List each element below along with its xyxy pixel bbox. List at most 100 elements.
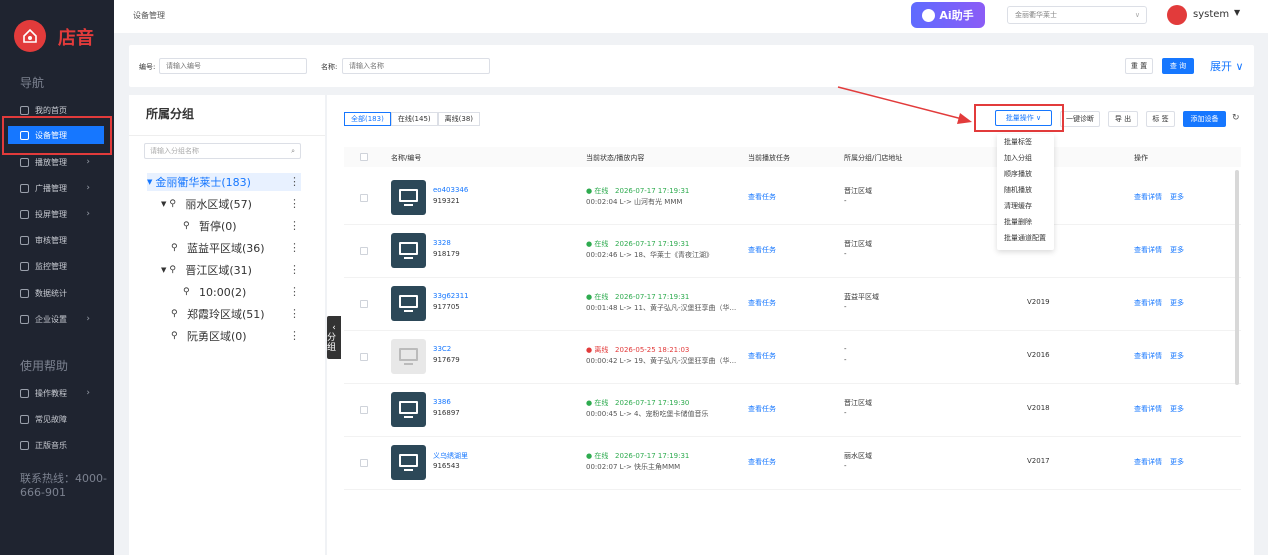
more-link[interactable]: 更多 [1170,351,1184,361]
table-row[interactable]: 义乌绣湖里 916543 ● 在线 2026-07-17 17:19:31 00:02… [344,437,1241,490]
tree-node[interactable]: ⚲ 蓝益平区域(36) [171,239,265,257]
row-checkbox[interactable] [360,194,368,202]
tab-all[interactable]: 全部(183) [344,112,391,126]
expand-toggle[interactable]: 展开 ∨ [1210,58,1244,74]
help-icon [20,414,29,424]
more-icon[interactable]: ⋮ [289,285,300,298]
row-checkbox[interactable] [360,406,368,414]
menu-item-sequential-play[interactable]: 顺序播放 [997,166,1054,182]
view-detail-link[interactable]: 查看详情 [1134,298,1162,308]
tree-node[interactable]: ⚲ 郑霞玲区域(51) [171,305,265,323]
avatar[interactable] [1167,5,1187,25]
view-detail-link[interactable]: 查看详情 [1134,351,1162,361]
export-button[interactable]: 导 出 [1108,111,1138,127]
view-task-link[interactable]: 查看任务 [748,404,776,414]
status-text: 在线 [594,399,609,407]
caret-down-icon[interactable]: ▼ [1234,8,1240,17]
user-name[interactable]: system [1193,9,1229,20]
device-name[interactable]: 3328 [433,239,451,247]
sidebar-item-settings[interactable]: 企业设置 › [8,310,104,328]
diagnose-button[interactable]: 一键诊断 [1060,111,1100,127]
more-icon[interactable]: ⋮ [289,197,300,210]
more-icon[interactable]: ⋮ [289,175,300,188]
view-detail-link[interactable]: 查看详情 [1134,457,1162,467]
sidebar-item-cast[interactable]: 投屏管理 › [8,205,104,223]
more-link[interactable]: 更多 [1170,298,1184,308]
view-task-link[interactable]: 查看任务 [748,457,776,467]
group-collapse-tab[interactable]: ‹ 分组 [327,316,341,359]
device-name[interactable]: 33C2 [433,345,451,353]
more-link[interactable]: 更多 [1170,457,1184,467]
view-task-link[interactable]: 查看任务 [748,351,776,361]
sidebar-item-review[interactable]: 审核管理 [8,231,104,249]
row-checkbox[interactable] [360,247,368,255]
view-detail-link[interactable]: 查看详情 [1134,245,1162,255]
menu-item-add-group[interactable]: 加入分组 [997,150,1054,166]
query-button[interactable]: 查 询 [1162,58,1194,74]
more-link[interactable]: 更多 [1170,192,1184,202]
menu-item-channel-config[interactable]: 批量通道配置 [997,230,1054,246]
menu-item-random-play[interactable]: 随机播放 [997,182,1054,198]
org-icon: ⚲ [183,221,190,231]
ai-assistant-button[interactable]: Ai助手 [911,2,985,28]
reset-button[interactable]: 重 置 [1125,58,1153,74]
device-name[interactable]: 33g62311 [433,292,469,300]
device-thumbnail [391,445,426,480]
menu-item-clear-cache[interactable]: 清理缓存 [997,198,1054,214]
more-link[interactable]: 更多 [1170,245,1184,255]
sidebar-item-play[interactable]: 播放管理 › [8,153,104,171]
view-detail-link[interactable]: 查看详情 [1134,192,1162,202]
table-row[interactable]: 3386 916897 ● 在线 2026-07-17 17:19:30 00:00:… [344,384,1241,437]
tab-online[interactable]: 在线(145) [390,112,438,126]
more-link[interactable]: 更多 [1170,404,1184,414]
group-search-input[interactable]: 请输入分组名称 ⌕ [144,143,301,159]
name-input[interactable] [342,58,490,74]
sidebar-item-stats[interactable]: 数据统计 [8,284,104,302]
sidebar-item-music[interactable]: 正版音乐 [8,436,104,454]
select-all-checkbox[interactable] [360,153,368,161]
add-device-button[interactable]: 添加设备 [1183,111,1226,127]
table-header: 名称/编号 当前状态/播放内容 当前播放任务 所属分组/门店地址 操作 [344,147,1241,167]
more-icon[interactable]: ⋮ [289,219,300,232]
device-name[interactable]: 义乌绣湖里 [433,451,468,461]
gear-icon [20,314,29,324]
refresh-icon[interactable]: ↻ [1232,113,1240,123]
device-name[interactable]: 3386 [433,398,451,406]
table-row[interactable]: 3328 918179 ● 在线 2026-07-17 17:19:31 00:02:… [344,225,1241,278]
tree-node[interactable]: ▼ ⚲ 丽水区域(57) [161,195,252,213]
view-task-link[interactable]: 查看任务 [748,245,776,255]
sidebar-item-monitor[interactable]: 监控管理 [8,257,104,275]
sidebar-item-broadcast[interactable]: 广播管理 › [8,179,104,197]
menu-item-batch-delete[interactable]: 批量删除 [997,214,1054,230]
table-row[interactable]: 33C2 917679 ● 离线 2026-05-25 18:21:03 00:00:… [344,331,1241,384]
menu-item-batch-tag[interactable]: 批量标签 [997,134,1054,150]
broadcast-icon [20,183,29,193]
view-detail-link[interactable]: 查看详情 [1134,404,1162,414]
tag-button[interactable]: 标 签 [1146,111,1175,127]
store-address: - [844,250,847,258]
view-task-link[interactable]: 查看任务 [748,298,776,308]
sidebar-item-faq[interactable]: 常见故障 [8,410,104,428]
device-thumbnail [391,286,426,321]
more-icon[interactable]: ⋮ [289,329,300,342]
code-input[interactable] [159,58,307,74]
tab-offline[interactable]: 离线(38) [437,112,481,126]
table-row[interactable]: eo403346 919321 ● 在线 2026-07-17 17:19:31 00… [344,172,1241,225]
tree-node[interactable]: ⚲ 阮勇区域(0) [171,327,247,345]
more-icon[interactable]: ⋮ [289,241,300,254]
tree-node[interactable]: ⚲ 暂停(0) [183,217,237,235]
more-icon[interactable]: ⋮ [289,307,300,320]
row-checkbox[interactable] [360,459,368,467]
view-task-link[interactable]: 查看任务 [748,192,776,202]
table-scrollbar[interactable] [1235,170,1239,385]
row-checkbox[interactable] [360,300,368,308]
sidebar-item-tutorial[interactable]: 操作教程 › [8,384,104,402]
table-row[interactable]: 33g62311 917705 ● 在线 2026-07-17 17:19:31 00… [344,278,1241,331]
more-icon[interactable]: ⋮ [289,263,300,276]
store-select[interactable]: 金丽衢华莱士 ∨ [1007,6,1147,24]
tree-node[interactable]: ▼ ⚲ 晋江区域(31) [161,261,252,279]
device-name[interactable]: eo403346 [433,186,468,194]
row-checkbox[interactable] [360,353,368,361]
tree-node-root[interactable]: ▼ 金丽衢华莱士(183) [147,173,301,191]
tree-node[interactable]: ⚲ 10:00(2) [183,283,246,301]
